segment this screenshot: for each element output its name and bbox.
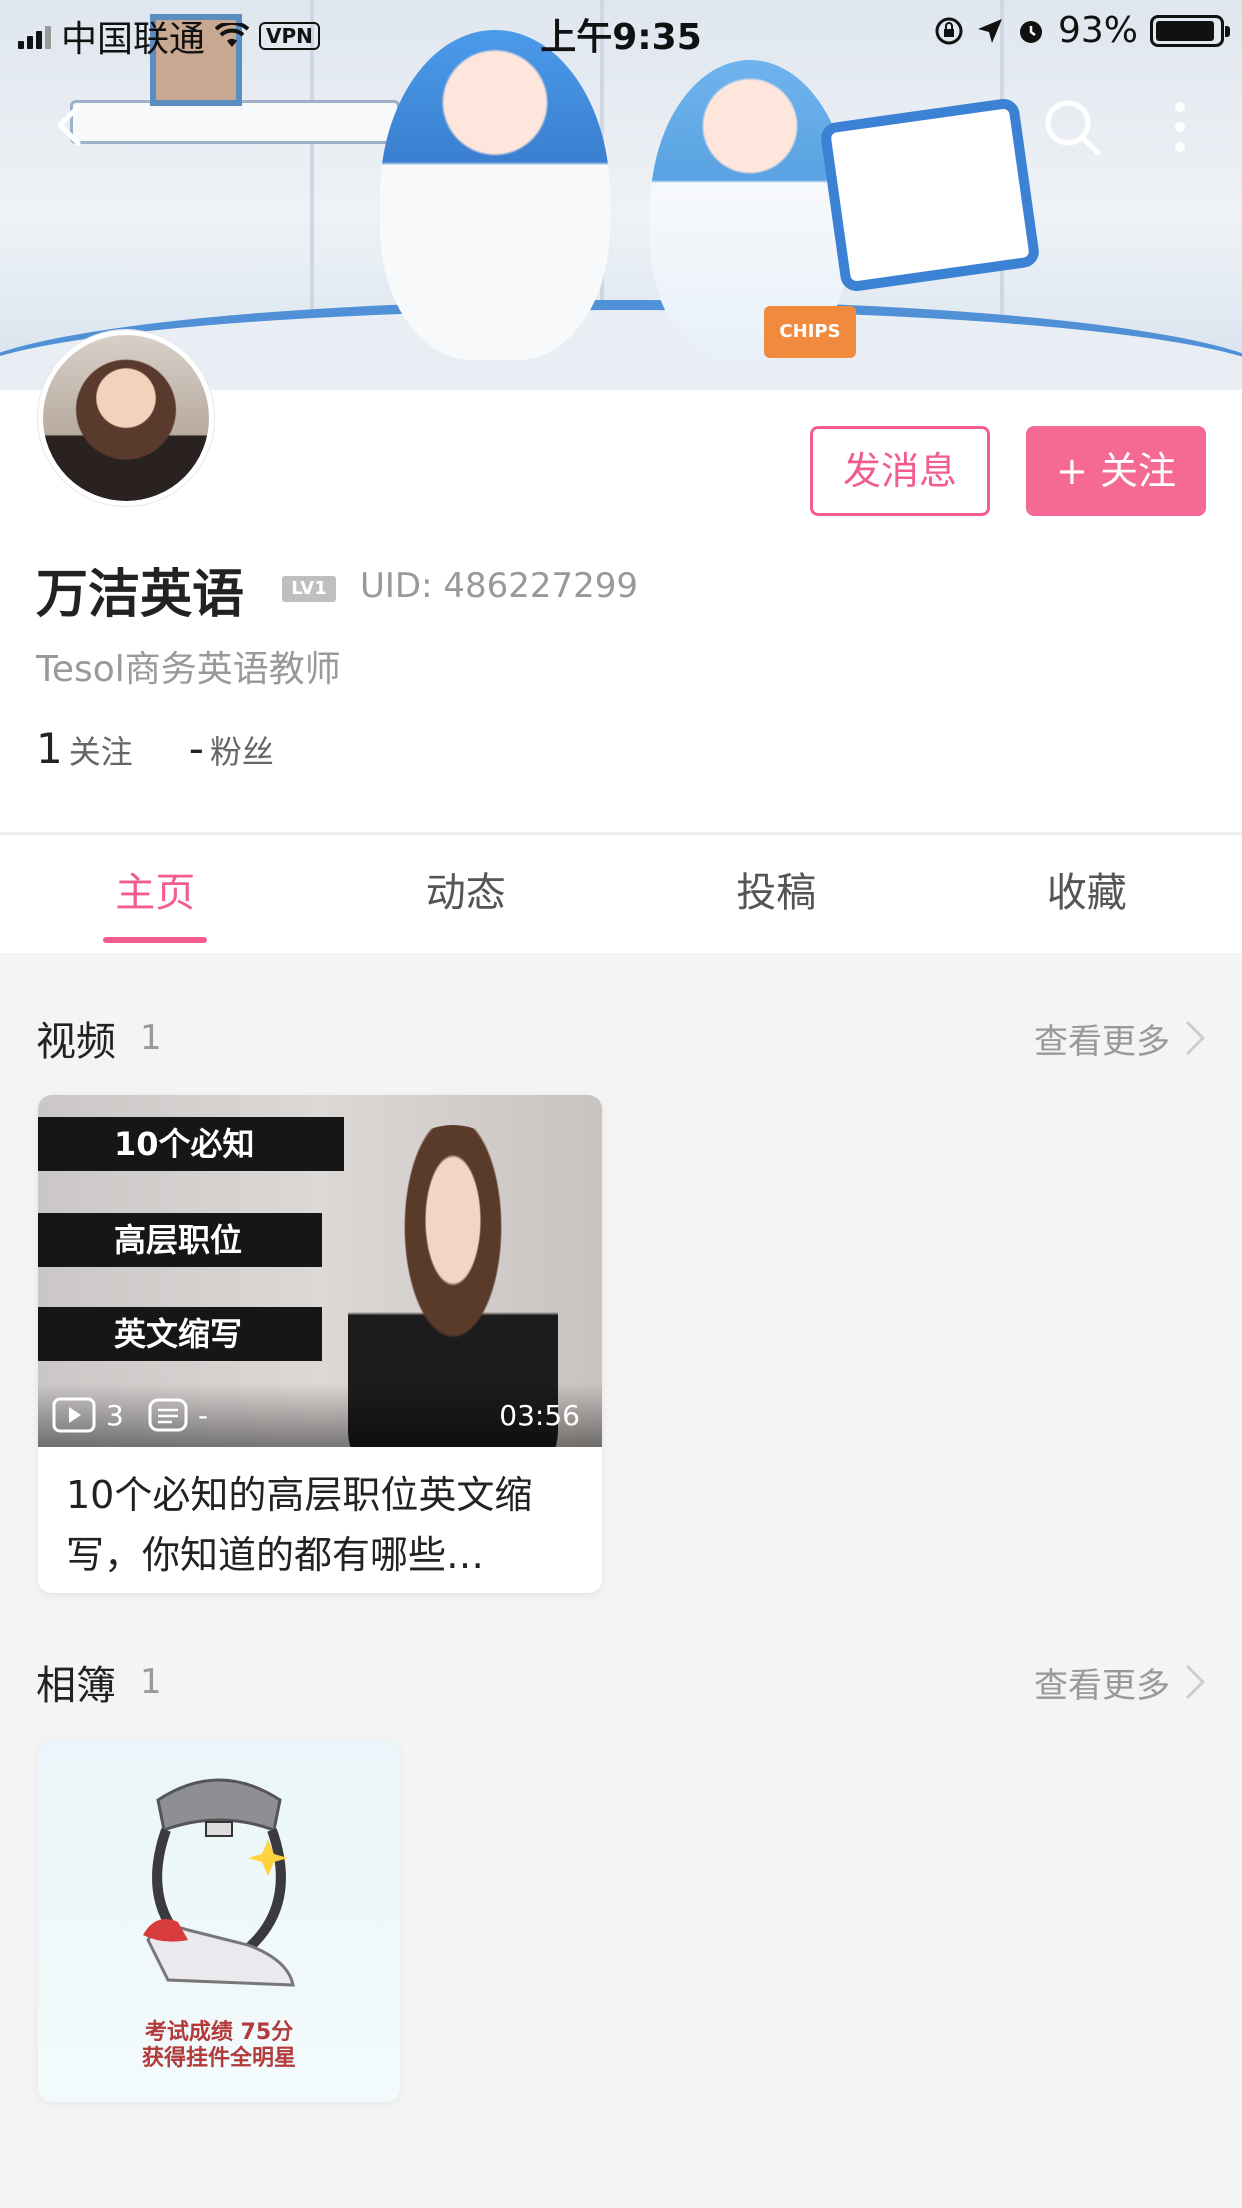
status-bar: 中国联通 VPN 上午9:35 93% [0,0,1242,60]
thumbnail-text-line: 英文缩写 [38,1307,322,1361]
status-right-group: 93% [934,10,1230,51]
profile-tabs: 主页 动态 投稿 收藏 [0,833,1242,953]
location-icon [977,18,1002,43]
avatar[interactable] [38,330,214,506]
profile-name: 万洁英语 [36,565,245,625]
videos-section-title: 视频 [36,1019,116,1065]
videos-see-more-link[interactable]: 查看更多 [1034,1014,1206,1063]
tab-favorites[interactable]: 收藏 [932,835,1242,953]
profile-stats: 1 关注 - 粉丝 [36,724,274,773]
tab-dynamics[interactable]: 动态 [311,835,622,953]
play-count-icon [52,1397,96,1433]
chevron-left-icon[interactable] [40,95,100,155]
banner-character-left [380,30,610,360]
album-card[interactable]: 考试成绩 75分 获得挂件全明星 [38,1740,400,2102]
send-message-button[interactable]: 发消息 [810,426,990,516]
danmaku-count: - [197,1398,208,1432]
alarm-icon [1019,20,1042,43]
battery-percent: 93% [1057,10,1138,51]
play-count: 3 [106,1398,124,1432]
fans-label: 粉丝 [209,733,274,771]
fans-stat[interactable]: - 粉丝 [189,724,274,773]
pendant-illustration [143,1778,295,1987]
battery-icon [1150,14,1230,47]
tab-home[interactable]: 主页 [0,835,311,953]
danmaku-icon [148,1398,188,1432]
following-stat[interactable]: 1 关注 [36,724,133,773]
thumbnail-text-line: 高层职位 [38,1213,322,1267]
profile-bio: Tesol商务英语教师 [36,649,341,690]
chevron-right-icon [1185,1020,1206,1056]
banner-shelf [70,100,400,144]
videos-section-header: 视频 1 查看更多 [36,1008,1206,1068]
uid-text: UID: 486227299 [360,566,638,606]
thumbnail-text-line: 10个必知 [38,1117,344,1171]
album-section-header: 相簿 1 查看更多 [36,1652,1206,1712]
video-title: 10个必知的高层职位英文缩写，你知道的都有哪些… [66,1473,533,1577]
album-section-count: 1 [140,1662,162,1702]
album-caption-line: 获得挂件全明星 [141,2046,296,2071]
videos-section-count: 1 [140,1018,162,1058]
more-vertical-icon[interactable] [1160,95,1200,159]
album-caption-line: 考试成绩 75分 [144,2020,294,2045]
chevron-right-icon [1185,1664,1206,1700]
level-badge: LV1 [282,576,336,602]
album-see-more-link[interactable]: 查看更多 [1034,1658,1206,1707]
fans-count: - [188,724,204,773]
album-caption: 考试成绩 75分 获得挂件全明星 [38,2020,400,2072]
video-card[interactable]: 10个必知 高层职位 英文缩写 3 - 03:56 10个必知的高层职位英文缩写… [38,1095,602,1593]
video-thumbnail: 10个必知 高层职位 英文缩写 3 - 03:56 [38,1095,602,1447]
album-section-title: 相簿 [36,1663,116,1709]
uid-label: UID: [360,566,433,606]
following-count: 1 [36,724,63,773]
album-see-more-label: 查看更多 [1034,1665,1170,1706]
uid-value: 486227299 [443,566,639,606]
following-label: 关注 [68,733,133,771]
videos-see-more-label: 查看更多 [1034,1021,1170,1062]
rotation-lock-icon [935,17,963,44]
banner-monitor [819,96,1041,294]
search-icon[interactable] [1040,95,1104,159]
tab-uploads[interactable]: 投稿 [621,835,932,953]
banner-chips-bag: CHIPS [764,306,856,358]
video-meta-bar: 3 - 03:56 [38,1383,602,1447]
video-duration: 03:56 [499,1398,580,1432]
follow-button[interactable]: + 关注 [1026,426,1206,516]
